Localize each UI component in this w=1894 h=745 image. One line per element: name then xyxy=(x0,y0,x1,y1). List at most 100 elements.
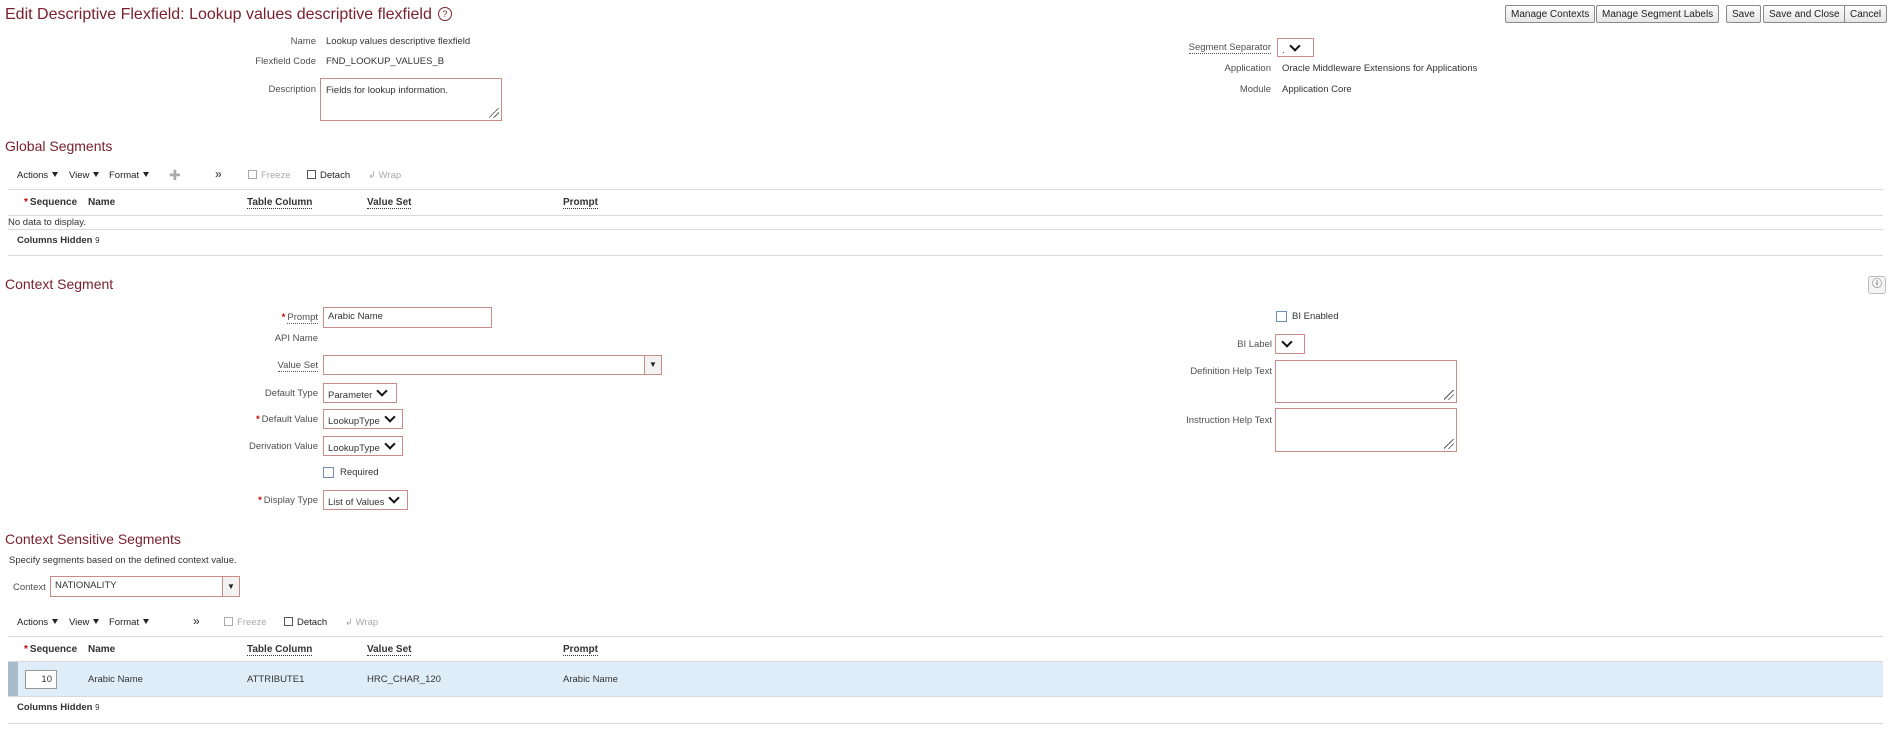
row-selector[interactable] xyxy=(8,662,18,696)
flexfield-code-value: FND_LOOKUP_VALUES_B xyxy=(326,56,445,67)
col-sequence[interactable]: * Sequence xyxy=(24,197,77,208)
default-type-label: Default Type xyxy=(264,388,318,399)
chevron-down-icon xyxy=(384,438,396,450)
detach-icon xyxy=(284,617,293,626)
chevron-down-icon xyxy=(376,385,389,397)
overflow-chevrons-icon[interactable]: » xyxy=(193,614,200,628)
format-menu[interactable]: Format xyxy=(109,170,150,181)
wrap-button[interactable]: ↲ Wrap xyxy=(345,617,378,628)
columns-hidden-label: Columns Hidden xyxy=(17,702,93,713)
resize-grip-icon[interactable] xyxy=(1444,439,1454,449)
name-label: Name xyxy=(290,36,316,47)
chevron-down-icon xyxy=(388,492,400,504)
bi-label-select[interactable] xyxy=(1275,334,1305,354)
divider xyxy=(8,189,1883,190)
value-set-label: Value Set xyxy=(277,360,318,372)
global-segments-title: Global Segments xyxy=(5,138,113,154)
context-input[interactable]: NATIONALITY ▼ xyxy=(50,576,240,597)
flexfield-code-label: Flexfield Code xyxy=(255,56,316,67)
lov-search-icon[interactable]: ▼ xyxy=(644,356,661,374)
prompt-input[interactable]: Arabic Name xyxy=(323,307,492,328)
required-checkbox[interactable] xyxy=(323,467,334,478)
display-type-label: * Display Type xyxy=(258,495,318,506)
freeze-button[interactable]: Freeze xyxy=(248,170,291,181)
freeze-label: Freeze xyxy=(261,170,291,181)
row-name: Arabic Name xyxy=(88,674,143,685)
help-icon[interactable]: ? xyxy=(437,7,452,21)
default-type-select[interactable]: Parameter xyxy=(323,383,397,403)
table-row[interactable]: 10 Arabic Name ATTRIBUTE1 HRC_CHAR_120 A… xyxy=(8,662,1883,696)
description-value: Fields for lookup information. xyxy=(326,85,448,96)
module-value: Application Core xyxy=(1282,84,1352,95)
context-segment-title: Context Segment xyxy=(5,276,114,292)
save-button[interactable]: Save xyxy=(1726,5,1761,23)
sequence-input[interactable]: 10 xyxy=(25,670,57,689)
application-label: Application xyxy=(1224,63,1271,74)
bi-enabled-checkbox[interactable] xyxy=(1276,311,1287,322)
context-label: Context xyxy=(13,582,46,593)
required-label: Required xyxy=(340,467,379,478)
definition-help-text-field[interactable] xyxy=(1275,360,1457,403)
col-sequence[interactable]: * Sequence xyxy=(24,644,77,655)
value-set-input[interactable]: ▼ xyxy=(323,355,662,375)
overflow-chevrons-icon[interactable]: » xyxy=(215,167,222,181)
wrap-icon: ↲ xyxy=(368,170,379,181)
prompt-label: * Prompt xyxy=(282,312,318,324)
description-field[interactable]: Fields for lookup information. xyxy=(320,78,502,121)
segment-separator-select[interactable]: . xyxy=(1277,38,1314,57)
detach-label: Detach xyxy=(297,617,328,628)
cancel-button[interactable]: Cancel xyxy=(1844,5,1888,23)
save-and-close-button[interactable]: Save and Close xyxy=(1763,5,1846,23)
col-table-column[interactable]: Table Column xyxy=(247,644,313,656)
columns-hidden-count: 9 xyxy=(95,703,100,712)
row-table-column: ATTRIBUTE1 xyxy=(247,674,305,685)
columns-hidden-count: 9 xyxy=(95,236,100,245)
actions-menu[interactable]: Actions xyxy=(17,170,59,181)
detach-button[interactable]: Detach xyxy=(284,617,327,628)
display-type-label-text: Display Type xyxy=(263,495,318,506)
instruction-help-text-field[interactable] xyxy=(1275,408,1457,452)
wrap-button[interactable]: ↲ Wrap xyxy=(368,170,401,181)
divider xyxy=(8,215,1883,216)
manage-segment-labels-button[interactable]: Manage Segment Labels xyxy=(1596,5,1720,23)
default-value-select[interactable]: LookupType xyxy=(323,409,403,429)
display-type-select[interactable]: List of Values xyxy=(323,490,408,510)
view-menu[interactable]: View xyxy=(69,170,100,181)
page-title: Edit Descriptive Flexfield: Lookup value… xyxy=(5,6,452,24)
col-prompt[interactable]: Prompt xyxy=(563,197,598,209)
col-name[interactable]: Name xyxy=(88,644,115,655)
actions-menu[interactable]: Actions xyxy=(17,617,59,628)
dropdown-arrow-icon xyxy=(143,172,150,177)
resize-grip-icon[interactable] xyxy=(489,108,499,118)
derivation-value-label: Derivation Value xyxy=(248,441,318,452)
manage-contexts-button[interactable]: Manage Contexts xyxy=(1505,5,1596,23)
context-info-icon[interactable]: ⓘ xyxy=(1868,276,1886,294)
page-title-text: Edit Descriptive Flexfield: Lookup value… xyxy=(5,6,432,23)
default-type-value: Parameter xyxy=(328,390,373,401)
col-name[interactable]: Name xyxy=(88,197,115,208)
actions-label: Actions xyxy=(17,170,49,181)
bi-label-label: BI Label xyxy=(1237,339,1272,350)
lov-search-icon[interactable]: ▼ xyxy=(222,577,239,596)
col-table-column[interactable]: Table Column xyxy=(247,197,313,209)
module-label: Module xyxy=(1239,84,1271,95)
add-icon[interactable]: ✚ xyxy=(169,167,181,184)
detach-button[interactable]: Detach xyxy=(307,170,350,181)
derivation-value-value: LookupType xyxy=(328,443,380,454)
col-value-set[interactable]: Value Set xyxy=(367,644,412,656)
format-menu[interactable]: Format xyxy=(109,617,150,628)
columns-hidden-link[interactable]: Columns Hidden 9 xyxy=(17,702,100,713)
required-icon: * xyxy=(24,197,28,208)
freeze-label: Freeze xyxy=(237,617,267,628)
row-prompt: Arabic Name xyxy=(563,674,618,685)
view-menu[interactable]: View xyxy=(69,617,100,628)
resize-grip-icon[interactable] xyxy=(1444,390,1454,400)
derivation-value-select[interactable]: LookupType xyxy=(323,436,403,456)
bi-enabled-label: BI Enabled xyxy=(1292,311,1339,322)
dropdown-arrow-icon xyxy=(93,619,100,624)
freeze-button[interactable]: Freeze xyxy=(224,617,267,628)
default-value-label-text: Default Value xyxy=(261,414,318,425)
col-value-set[interactable]: Value Set xyxy=(367,197,412,209)
columns-hidden-link[interactable]: Columns Hidden 9 xyxy=(17,235,100,246)
col-prompt[interactable]: Prompt xyxy=(563,644,598,656)
